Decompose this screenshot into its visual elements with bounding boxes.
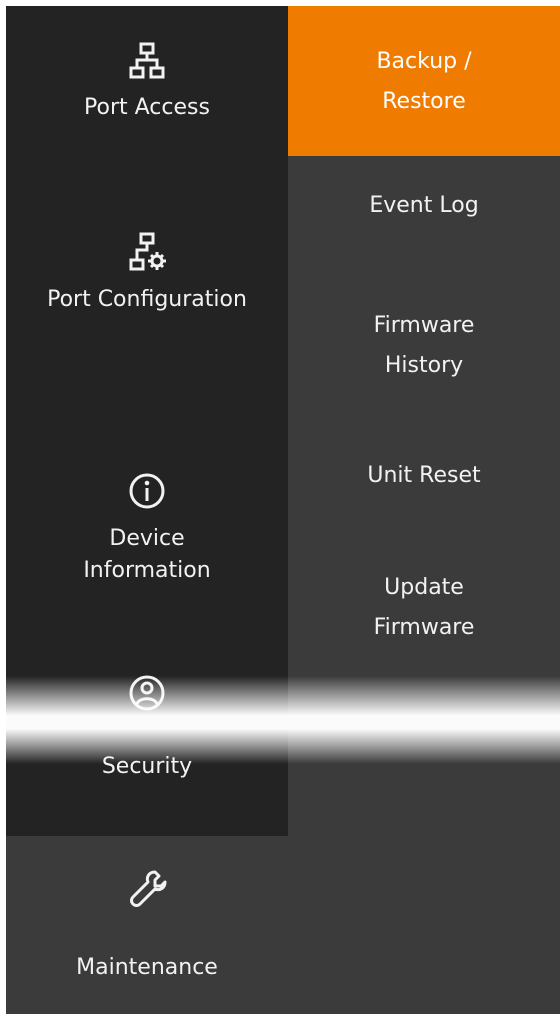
- nav-label: Maintenance: [76, 955, 218, 980]
- submenu-item-update-firmware[interactable]: Update Firmware: [288, 568, 560, 658]
- submenu-item-event-log[interactable]: Event Log: [288, 186, 560, 246]
- submenu-label: Backup / Restore: [376, 49, 472, 114]
- submenu-label: Unit Reset: [367, 463, 481, 488]
- nav-label: Device Information: [83, 526, 211, 583]
- submenu-label: Event Log: [369, 193, 479, 218]
- nav-label: Security: [101, 754, 193, 779]
- submenu-label: Firmware History: [373, 313, 475, 378]
- user-circle-icon: [125, 671, 169, 715]
- nav-item-security[interactable]: Security: [6, 671, 288, 831]
- submenu-item-backup-restore[interactable]: Backup / Restore: [288, 6, 560, 156]
- main-navigation: Port Access Port Configuration Device In…: [6, 6, 288, 1014]
- maintenance-submenu: Backup / Restore Event Log Firmware Hist…: [288, 6, 560, 1014]
- nav-label: Port Access: [84, 95, 210, 120]
- app-window: Port Access Port Configuration Device In…: [0, 0, 560, 1014]
- info-icon: [125, 469, 169, 513]
- network-gear-icon: [125, 230, 169, 274]
- submenu-item-unit-reset[interactable]: Unit Reset: [288, 456, 560, 516]
- nav-item-port-configuration[interactable]: Port Configuration: [6, 230, 288, 420]
- nav-label: Port Configuration: [47, 287, 247, 312]
- network-icon: [125, 38, 169, 82]
- nav-item-port-access[interactable]: Port Access: [6, 38, 288, 188]
- submenu-label: Update Firmware: [373, 575, 475, 640]
- wrench-icon: [125, 866, 169, 910]
- nav-item-device-information[interactable]: Device Information: [6, 469, 288, 659]
- submenu-item-firmware-history[interactable]: Firmware History: [288, 306, 560, 396]
- nav-item-maintenance[interactable]: Maintenance: [6, 836, 288, 1014]
